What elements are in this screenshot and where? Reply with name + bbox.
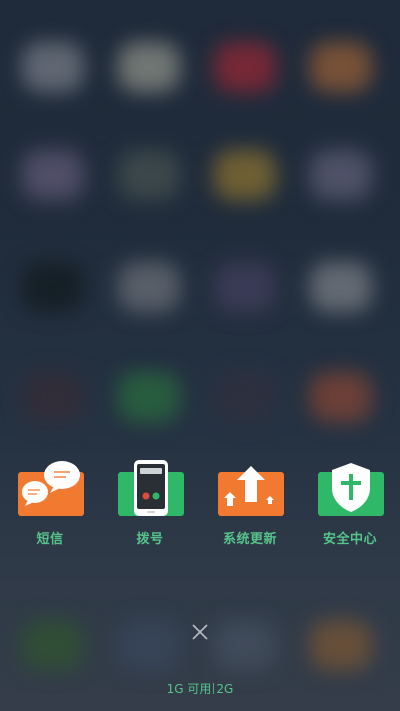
app-label: 短信 xyxy=(36,532,64,547)
memory-status: 1G 可用 2G xyxy=(0,680,400,697)
app-sms[interactable]: 短信 xyxy=(10,460,90,555)
close-button[interactable] xyxy=(188,620,212,644)
memory-total: 2G xyxy=(216,682,234,696)
close-icon xyxy=(192,624,208,640)
clean-memory-screen: 短信 拨号 系统更新 安全中心 1G 可用 2G xyxy=(0,0,400,711)
upload-arrow-icon xyxy=(218,460,284,516)
phone-icon xyxy=(118,460,184,516)
blurred-home-background xyxy=(0,0,400,711)
shield-icon xyxy=(318,460,384,516)
app-label: 系统更新 xyxy=(222,532,277,547)
app-security-center[interactable]: 安全中心 xyxy=(310,460,390,555)
memory-available: 1G 可用 xyxy=(166,682,212,696)
recent-apps-row: 短信 拨号 系统更新 安全中心 xyxy=(0,460,400,555)
chat-bubbles-icon xyxy=(18,460,84,516)
app-label: 安全中心 xyxy=(322,532,377,547)
app-system-update[interactable]: 系统更新 xyxy=(210,460,290,555)
app-dialer[interactable]: 拨号 xyxy=(110,460,190,555)
divider xyxy=(213,683,215,694)
app-label: 拨号 xyxy=(136,532,164,547)
